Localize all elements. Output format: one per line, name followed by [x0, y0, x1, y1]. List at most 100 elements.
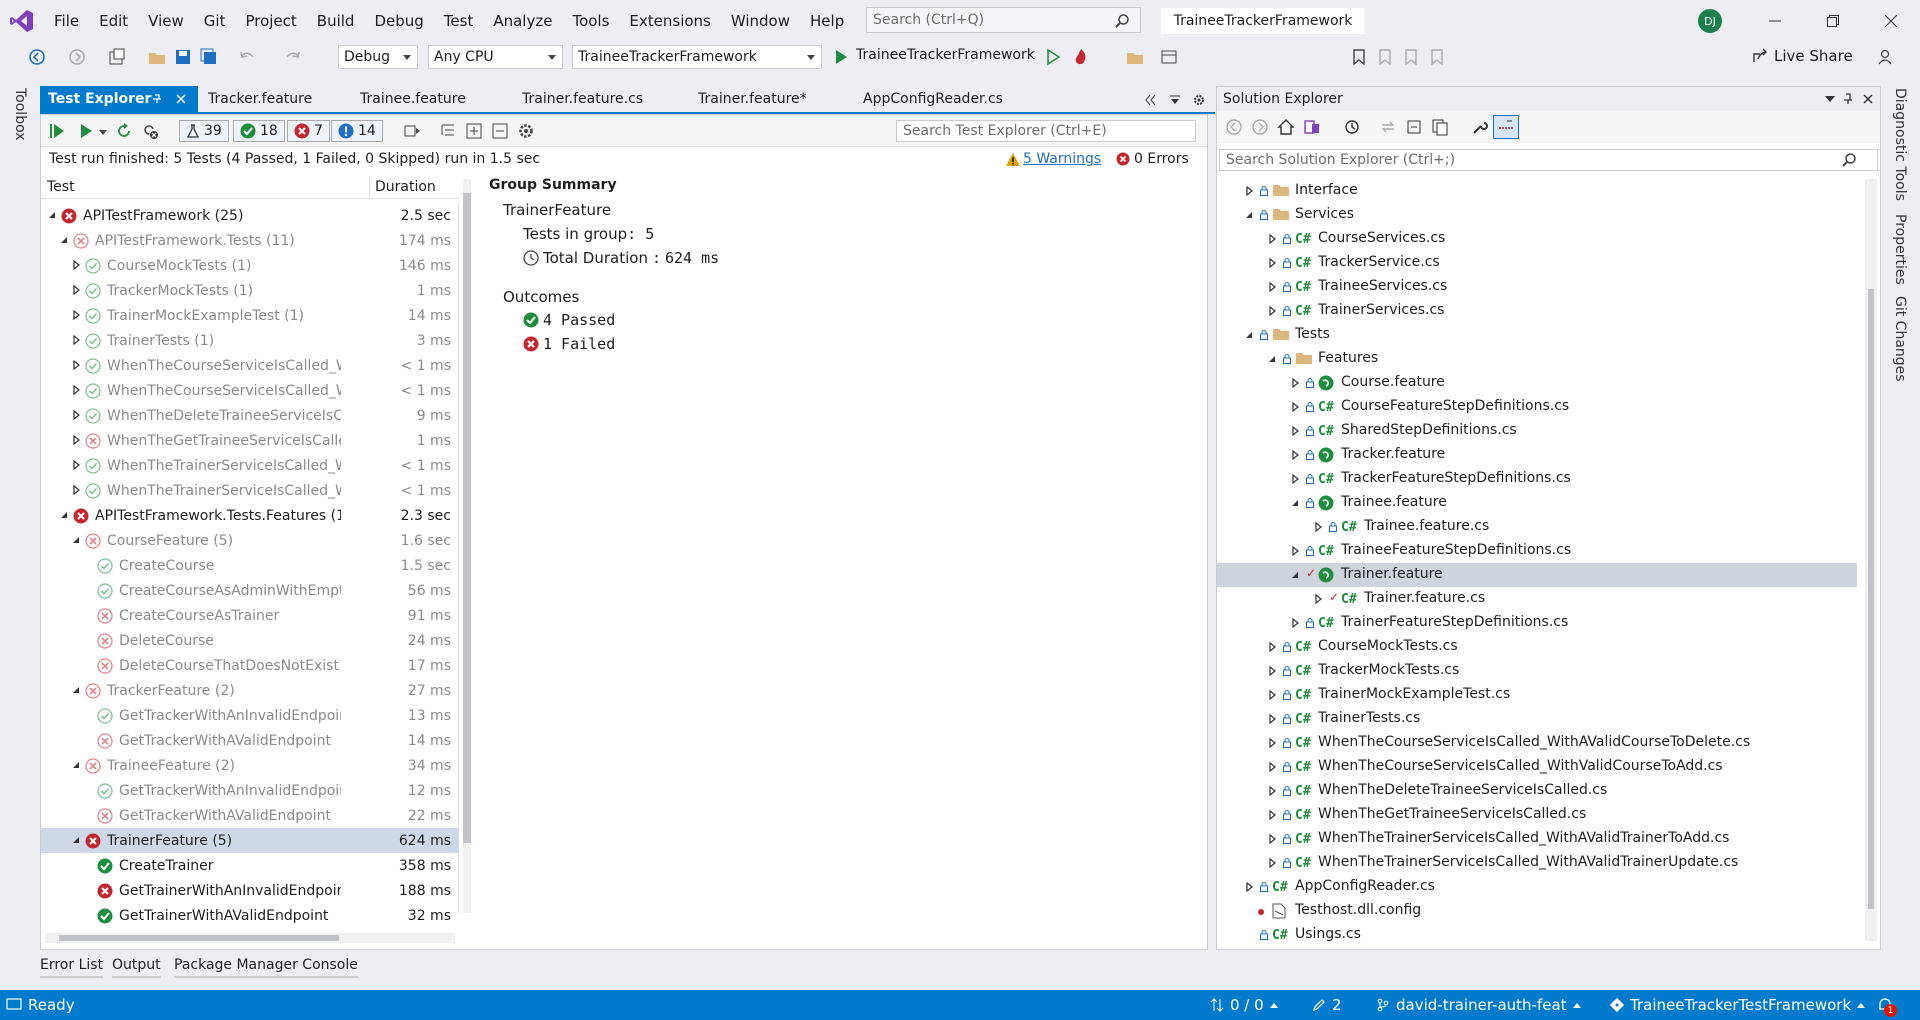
preview-selected-items-toggle[interactable] [1493, 115, 1519, 139]
solution-file-row[interactable]: ✓ Trainer.feature [1217, 563, 1857, 587]
collapsed-arrow-icon[interactable] [1313, 594, 1323, 604]
collapsed-arrow-icon[interactable] [71, 285, 81, 295]
collapsed-arrow-icon[interactable] [1290, 450, 1300, 460]
passed-tests-filter[interactable]: 18 [233, 120, 285, 142]
test-group-row[interactable]: CourseFeature (5) 1.6 sec [41, 528, 459, 553]
tab-list-icon[interactable] [1168, 93, 1182, 107]
menu-view[interactable]: View [138, 12, 194, 30]
test-group-row[interactable]: TrainerFeature (5) 624 ms [41, 828, 459, 853]
menu-tools[interactable]: Tools [562, 12, 619, 30]
test-group-row[interactable]: TrainerMockExampleTest (1) 14 ms [41, 303, 459, 328]
forward-icon[interactable] [68, 48, 86, 66]
collapsed-arrow-icon[interactable] [1267, 786, 1277, 796]
collapsed-arrow-icon[interactable] [71, 435, 81, 445]
collapsed-arrow-icon[interactable] [1267, 762, 1277, 772]
properties-tab[interactable]: Properties [1892, 214, 1908, 285]
start-without-debugging-icon[interactable] [1044, 48, 1062, 66]
run-target-label[interactable]: TraineeTrackerFramework [856, 47, 1035, 63]
test-group-row[interactable]: WhenTheCourseServiceIsCalled_Wit... < 1 m… [41, 378, 459, 403]
test-group-row[interactable]: APITestFramework (25) 2.5 sec [41, 203, 459, 228]
test-group-row[interactable]: TraineeFeature (2) 34 ms [41, 753, 459, 778]
save-icon[interactable] [174, 48, 192, 66]
test-row[interactable]: DeleteCourseThatDoesNotExist 17 ms [41, 653, 459, 678]
startup-project-dropdown[interactable]: TraineeTrackerFramework [572, 45, 822, 69]
restore-button[interactable] [1804, 0, 1862, 42]
tab-error-list[interactable]: Error List [40, 957, 104, 978]
back-icon[interactable] [1225, 118, 1243, 136]
test-group-row[interactable]: APITestFramework.Tests.Features (14) 2.3 … [41, 503, 459, 528]
run-failed-tests-icon[interactable] [141, 122, 159, 140]
expanded-arrow-icon[interactable] [71, 535, 81, 545]
collapse-all-icon[interactable] [1405, 118, 1423, 136]
expanded-arrow-icon[interactable] [71, 685, 81, 695]
tab-trainer-feature-cs[interactable]: Trainer.feature.cs [514, 86, 643, 112]
menu-debug[interactable]: Debug [364, 12, 433, 30]
collapsed-arrow-icon[interactable] [1267, 858, 1277, 868]
collapsed-arrow-icon[interactable] [71, 260, 81, 270]
tab-test-explorer[interactable]: Test Explorer [40, 86, 198, 112]
not-run-tests-filter[interactable]: 14 [331, 120, 383, 142]
errors-link[interactable]: 0 Errors [1116, 151, 1189, 167]
repeat-last-run-icon[interactable] [115, 122, 133, 140]
undo-icon[interactable] [238, 48, 256, 66]
warnings-link[interactable]: 5 Warnings [1006, 151, 1101, 167]
tab-package-manager-console[interactable]: Package Manager Console [174, 957, 358, 978]
collapsed-arrow-icon[interactable] [71, 460, 81, 470]
forward-icon[interactable] [1251, 118, 1269, 136]
test-group-row[interactable]: WhenTheDeleteTraineeServiceIsCall... 9 ms [41, 403, 459, 428]
test-row[interactable]: GetTrainerWithAnInvalidEndpoint 188 ms [41, 878, 459, 903]
collapsed-arrow-icon[interactable] [1267, 642, 1277, 652]
collapsed-arrow-icon[interactable] [1267, 234, 1277, 244]
menu-file[interactable]: File [44, 12, 89, 30]
outcome-failed[interactable]: 1 Failed [523, 335, 615, 353]
tab-appconfigreader[interactable]: AppConfigReader.cs [855, 86, 1003, 112]
run-icon[interactable] [77, 122, 95, 140]
collapsed-arrow-icon[interactable] [1244, 186, 1254, 196]
tree-scrollbar[interactable] [463, 179, 471, 913]
bookmark-icon[interactable] [1350, 48, 1368, 66]
git-changes-tab[interactable]: Git Changes [1892, 296, 1908, 382]
collapse-all-icon[interactable] [491, 122, 509, 140]
collapsed-arrow-icon[interactable] [1290, 618, 1300, 628]
show-all-files-icon[interactable] [1431, 118, 1449, 136]
collapsed-arrow-icon[interactable] [1290, 474, 1300, 484]
platform-dropdown[interactable]: Any CPU [428, 45, 563, 69]
pin-icon[interactable] [1843, 93, 1853, 105]
settings-gear-icon[interactable] [517, 122, 535, 140]
menu-analyze[interactable]: Analyze [483, 12, 562, 30]
expanded-arrow-icon[interactable] [47, 210, 57, 220]
test-group-row[interactable]: TrackerMockTests (1) 1 ms [41, 278, 459, 303]
diagnostic-tools-tab[interactable]: Diagnostic Tools [1892, 88, 1908, 201]
test-row[interactable]: DeleteCourse 24 ms [41, 628, 459, 653]
expanded-arrow-icon[interactable] [1244, 210, 1254, 220]
pending-changes-status[interactable]: 2 [1312, 996, 1342, 1014]
collapsed-arrow-icon[interactable] [1290, 378, 1300, 388]
tab-output[interactable]: Output [112, 957, 161, 978]
test-row[interactable]: GetTrackerWithAnInvalidEndpoint 13 ms [41, 703, 459, 728]
feedback-icon[interactable] [1876, 48, 1894, 66]
expand-all-icon[interactable] [465, 122, 483, 140]
test-group-row[interactable]: TrainerTests (1) 3 ms [41, 328, 459, 353]
settings-gear-icon[interactable] [1192, 93, 1206, 107]
collapsed-arrow-icon[interactable] [1244, 882, 1254, 892]
test-row[interactable]: CreateCourse 1.5 sec [41, 553, 459, 578]
collapsed-arrow-icon[interactable] [1313, 522, 1323, 532]
test-group-row[interactable]: WhenTheCourseServiceIsCalled_Wit... < 1 m… [41, 353, 459, 378]
test-row[interactable]: CreateTrainer 358 ms [41, 853, 459, 878]
next-bookmark-icon[interactable] [1402, 48, 1420, 66]
collapsed-arrow-icon[interactable] [71, 485, 81, 495]
collapsed-arrow-icon[interactable] [71, 410, 81, 420]
solution-folder-icon[interactable] [1126, 48, 1144, 66]
collapsed-arrow-icon[interactable] [1267, 738, 1277, 748]
collapsed-arrow-icon[interactable] [1267, 810, 1277, 820]
branch-selector[interactable]: david-trainer-auth-feat [1376, 996, 1581, 1014]
expanded-arrow-icon[interactable] [1290, 498, 1300, 508]
toolbox-tab[interactable]: Toolbox [12, 88, 28, 141]
collapsed-arrow-icon[interactable] [1267, 282, 1277, 292]
sync-icon[interactable] [1379, 118, 1397, 136]
pin-icon[interactable] [152, 94, 162, 104]
collapsed-arrow-icon[interactable] [71, 360, 81, 370]
close-window-button[interactable] [1862, 0, 1920, 42]
test-row[interactable]: GetTrackerWithAValidEndpoint 14 ms [41, 728, 459, 753]
menu-extensions[interactable]: Extensions [619, 12, 720, 30]
